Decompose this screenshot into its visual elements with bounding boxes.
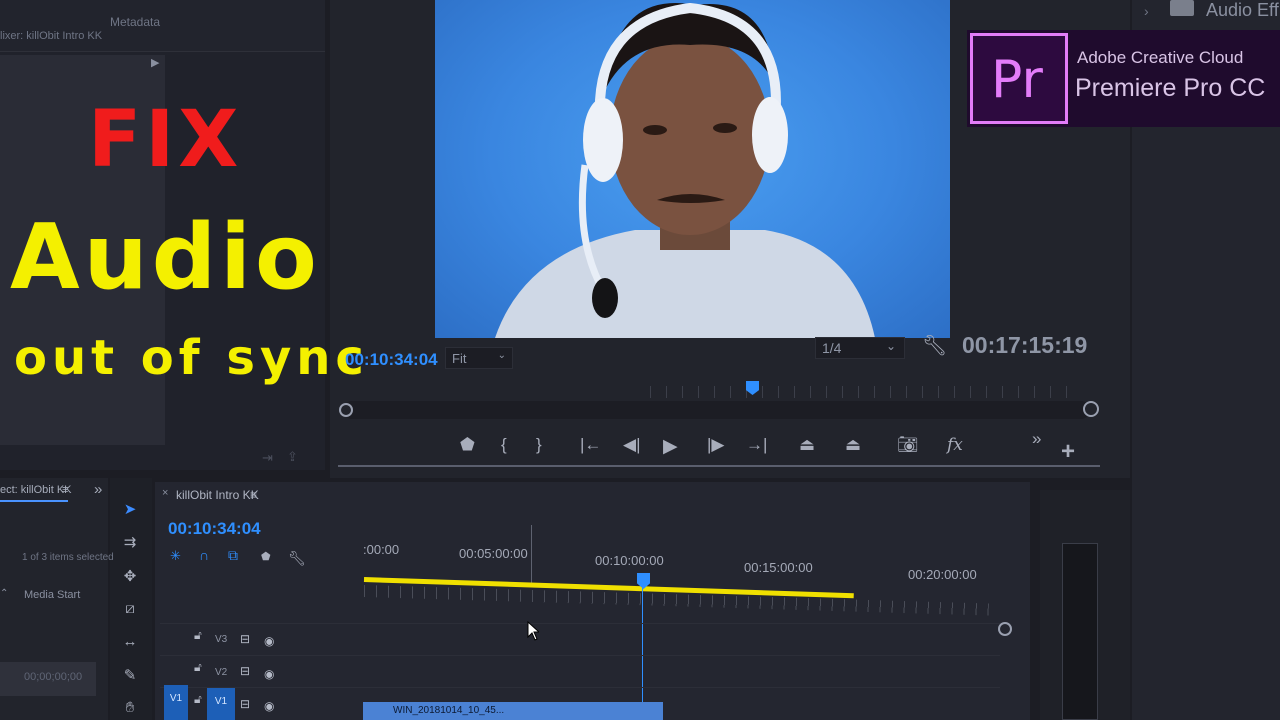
sequence-tab[interactable]: killObit Intro KK xyxy=(176,488,259,502)
double-chevron-icon[interactable]: » xyxy=(1032,429,1041,449)
timeline-scroll-handle[interactable] xyxy=(998,622,1012,636)
timeline-clip[interactable]: WIN_20181014_10_45... xyxy=(363,702,663,720)
source-patch-v1[interactable]: V1 xyxy=(164,685,188,720)
folder-icon xyxy=(1170,0,1194,16)
hand-tool-icon[interactable]: ✋︎ xyxy=(120,699,140,719)
add-button-icon[interactable]: + xyxy=(1061,438,1075,466)
step-forward-icon[interactable]: |▶ xyxy=(707,435,725,455)
razor-tool-icon[interactable]: ⧄ xyxy=(120,600,140,620)
sync-lock-icon[interactable]: ⊟ xyxy=(240,664,250,678)
slip-tool-icon[interactable]: ↔ xyxy=(120,633,140,653)
program-video-frame xyxy=(435,0,950,338)
program-ruler-ticks xyxy=(650,386,1080,398)
add-marker-icon[interactable]: ⬟ xyxy=(261,550,271,563)
track-select-tool-icon[interactable]: ⇉ xyxy=(120,533,140,553)
source-panel-header xyxy=(0,0,325,52)
play-icon[interactable]: ▶ xyxy=(663,435,678,458)
overlay-title-audio: Audio xyxy=(10,205,321,310)
fx-icon[interactable]: fx xyxy=(947,435,963,455)
ruler-label: 00:05:00:00 xyxy=(459,546,528,561)
timeline-marker-line xyxy=(531,525,532,585)
track-v2 xyxy=(160,655,1000,686)
wrench-icon[interactable]: 🔧︎ xyxy=(922,333,947,358)
audio-meter xyxy=(1062,543,1098,720)
nest-icon[interactable]: ✳ xyxy=(170,548,181,564)
ruler-label: 00:15:00:00 xyxy=(744,560,813,575)
step-back-icon[interactable]: ◀| xyxy=(623,435,641,455)
zoom-select[interactable]: Fit ⌄ xyxy=(445,347,513,369)
camera-icon[interactable]: 📷︎ xyxy=(897,435,919,455)
pen-tool-icon[interactable]: ✎ xyxy=(120,666,140,686)
go-to-in-icon[interactable]: |← xyxy=(580,435,601,455)
chevron-right-icon[interactable]: › xyxy=(1144,3,1149,19)
track-label: V2 xyxy=(215,667,228,678)
scrub-in-handle[interactable] xyxy=(339,403,353,417)
program-duration-timecode: 00:17:15:19 xyxy=(962,332,1088,358)
ripple-edit-tool-icon[interactable]: ✥ xyxy=(120,567,140,587)
go-to-out-icon[interactable]: →| xyxy=(746,435,767,455)
wrench-icon[interactable]: 🔧︎ xyxy=(288,550,306,567)
timeline-current-timecode[interactable]: 00:10:34:04 xyxy=(168,519,261,539)
ruler-label: 00:20:00:00 xyxy=(908,567,977,582)
ruler-label: 00:10:00:00 xyxy=(595,553,664,568)
transport-controls: ⬟ { } |← ◀| ▶ |▶ →| ⏏ ⏏ 📷︎ fx » + xyxy=(455,429,1095,466)
expand-panels-icon[interactable]: » xyxy=(94,481,102,498)
eye-icon[interactable]: ◉ xyxy=(264,699,274,713)
chevron-down-icon: ⌄ xyxy=(497,350,506,361)
selection-tool-icon[interactable]: ➤ xyxy=(120,500,140,520)
zoom-select-value: Fit xyxy=(452,351,467,366)
lock-icon[interactable]: 🔓︎ xyxy=(194,628,202,643)
extract-icon[interactable]: ⏏ xyxy=(845,435,861,455)
track-v3 xyxy=(160,623,1000,654)
track-label: V3 xyxy=(215,634,228,645)
eye-icon[interactable]: ◉ xyxy=(264,667,274,681)
lock-icon[interactable]: 🔓︎ xyxy=(194,660,202,675)
panel-expand-icon[interactable]: ▶ xyxy=(151,56,159,69)
presenter-image xyxy=(495,2,875,338)
media-start-column-header[interactable]: Media Start xyxy=(24,589,80,601)
lift-icon[interactable]: ⏏ xyxy=(799,435,815,455)
lock-icon[interactable]: 🔓︎ xyxy=(194,692,202,707)
premiere-badge: Pr xyxy=(970,33,1068,124)
sync-lock-icon[interactable]: ⊟ xyxy=(240,632,250,646)
share-icon[interactable]: ⇪ xyxy=(287,449,298,465)
audio-effects-folder[interactable]: Audio Eff xyxy=(1206,0,1279,21)
premiere-badge-text: Pr xyxy=(991,50,1043,110)
overlay-title-fix: FIX xyxy=(88,95,243,185)
clip-name: WIN_20181014_10_45... xyxy=(393,705,505,716)
chevron-down-icon: ⌄ xyxy=(885,339,896,353)
track-label[interactable]: V1 xyxy=(207,688,235,720)
logo-title: Premiere Pro CC xyxy=(1075,74,1266,102)
metadata-tab[interactable]: Metadata xyxy=(110,15,160,29)
monitor-divider xyxy=(338,465,1100,467)
snap-icon[interactable]: ∩ xyxy=(199,547,209,563)
sort-asc-icon[interactable]: ⌃ xyxy=(0,588,8,599)
premiere-logo: Pr Adobe Creative Cloud Premiere Pro CC xyxy=(967,30,1280,127)
program-scrub-bar[interactable] xyxy=(339,401,1099,419)
linked-selection-icon[interactable]: ⧉ xyxy=(228,547,238,564)
project-item-media-start: 00;00;00;00 xyxy=(24,671,83,683)
sync-lock-icon[interactable]: ⊟ xyxy=(240,697,250,711)
project-tab-underline xyxy=(0,500,68,502)
mouse-cursor-icon xyxy=(527,621,539,641)
panel-menu-icon[interactable]: ≡ xyxy=(62,484,68,496)
close-tab-icon[interactable]: × xyxy=(162,487,168,499)
project-tab[interactable]: ect: killObit KK xyxy=(0,484,72,496)
overlay-title-sync: out of sync xyxy=(14,330,369,386)
resolution-select[interactable]: 1/4 ⌄ xyxy=(815,337,905,359)
panel-menu-icon[interactable]: ≡ xyxy=(250,488,257,502)
resolution-select-value: 1/4 xyxy=(822,340,842,356)
export-frame-icon[interactable]: ⇥ xyxy=(262,450,273,466)
scrub-out-handle[interactable] xyxy=(1083,401,1099,417)
items-selected-count: 1 of 3 items selected xyxy=(22,552,114,563)
eye-icon[interactable]: ◉ xyxy=(264,634,274,648)
program-current-timecode[interactable]: 00:10:34:04 xyxy=(345,350,438,370)
mark-in-icon[interactable]: { xyxy=(501,435,507,455)
logo-subtitle: Adobe Creative Cloud xyxy=(1077,48,1244,67)
add-marker-icon[interactable]: ⬟ xyxy=(460,435,475,455)
ruler-label: :00:00 xyxy=(363,542,400,557)
audio-mixer-tab[interactable]: lixer: killObit Intro KK xyxy=(0,30,102,42)
mark-out-icon[interactable]: } xyxy=(536,435,542,455)
